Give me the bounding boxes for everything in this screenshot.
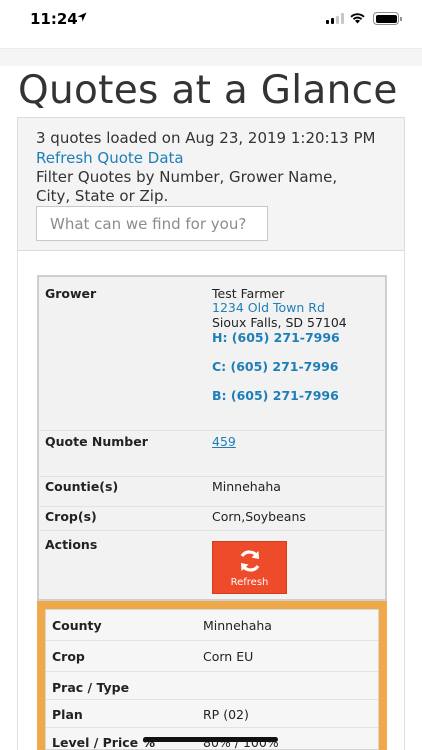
quote-number-row: Quote Number 459: [39, 431, 385, 477]
grower-city: Sioux Falls, SD 57104: [212, 315, 347, 330]
county-detail-card: County Minnehaha Crop Corn EU Prac / Typ…: [37, 601, 387, 750]
home-indicator: [143, 737, 278, 742]
counties-value: Minnehaha: [212, 479, 281, 494]
quote-card: Grower Test Farmer 1234 Old Town Rd Siou…: [37, 275, 387, 601]
status-bar: 11:24: [0, 0, 422, 44]
actions-label: Actions: [45, 537, 98, 552]
refresh-button[interactable]: Refresh: [212, 541, 287, 594]
plan-label: Plan: [52, 707, 83, 722]
plan-value: RP (02): [203, 707, 249, 722]
county-row: County Minnehaha: [46, 610, 378, 641]
crops-row: Crop(s) Corn,Soybeans: [39, 507, 385, 531]
info-panel: 3 quotes loaded on Aug 23, 2019 1:20:13 …: [17, 117, 405, 251]
prac-type-label: Prac / Type: [52, 680, 130, 695]
county-value: Minnehaha: [203, 618, 272, 633]
actions-row: Actions Refresh: [39, 531, 385, 599]
quotes-loaded-text: 3 quotes loaded on Aug 23, 2019 1:20:13 …: [36, 129, 376, 147]
prac-type-row: Prac / Type: [46, 672, 378, 700]
grower-name: Test Farmer: [212, 286, 285, 301]
cellular-signal-icon: [326, 13, 344, 24]
crop-row: Crop Corn EU: [46, 641, 378, 672]
quote-number-link[interactable]: 459: [212, 434, 236, 449]
crop-value: Corn EU: [203, 649, 254, 664]
location-arrow-icon: [77, 12, 87, 22]
page-title: Quotes at a Glance: [18, 68, 398, 113]
grower-address-link[interactable]: 1234 Old Town Rd: [212, 300, 325, 315]
grower-label: Grower: [45, 286, 97, 301]
home-phone-link[interactable]: H: (605) 271-7996: [212, 330, 340, 345]
grower-row: Grower Test Farmer 1234 Old Town Rd Siou…: [39, 277, 385, 431]
refresh-button-label: Refresh: [230, 577, 269, 588]
crops-label: Crop(s): [45, 509, 97, 524]
results-area: Grower Test Farmer 1234 Old Town Rd Siou…: [17, 251, 405, 750]
plan-row: Plan RP (02): [46, 700, 378, 728]
filter-instructions-line1: Filter Quotes by Number, Grower Name,: [36, 168, 338, 186]
level-price-label: Level / Price %: [52, 735, 155, 750]
refresh-icon: [240, 550, 260, 572]
crops-value: Corn,Soybeans: [212, 509, 306, 524]
wifi-icon: [350, 13, 365, 24]
counties-label: Countie(s): [45, 479, 119, 494]
crop-label: Crop: [52, 649, 85, 664]
refresh-quote-data-link[interactable]: Refresh Quote Data: [36, 149, 184, 167]
header-divider: [0, 48, 422, 66]
business-phone-link[interactable]: B: (605) 271-7996: [212, 388, 339, 403]
quote-number-label: Quote Number: [45, 434, 148, 449]
status-time: 11:24: [30, 10, 78, 28]
county-detail-inner: County Minnehaha Crop Corn EU Prac / Typ…: [45, 609, 379, 750]
battery-icon: [373, 12, 402, 25]
search-input[interactable]: [36, 206, 268, 241]
counties-row: Countie(s) Minnehaha: [39, 477, 385, 507]
filter-instructions-line2: City, State or Zip.: [36, 187, 169, 205]
cell-phone-link[interactable]: C: (605) 271-7996: [212, 359, 338, 374]
county-label: County: [52, 618, 102, 633]
